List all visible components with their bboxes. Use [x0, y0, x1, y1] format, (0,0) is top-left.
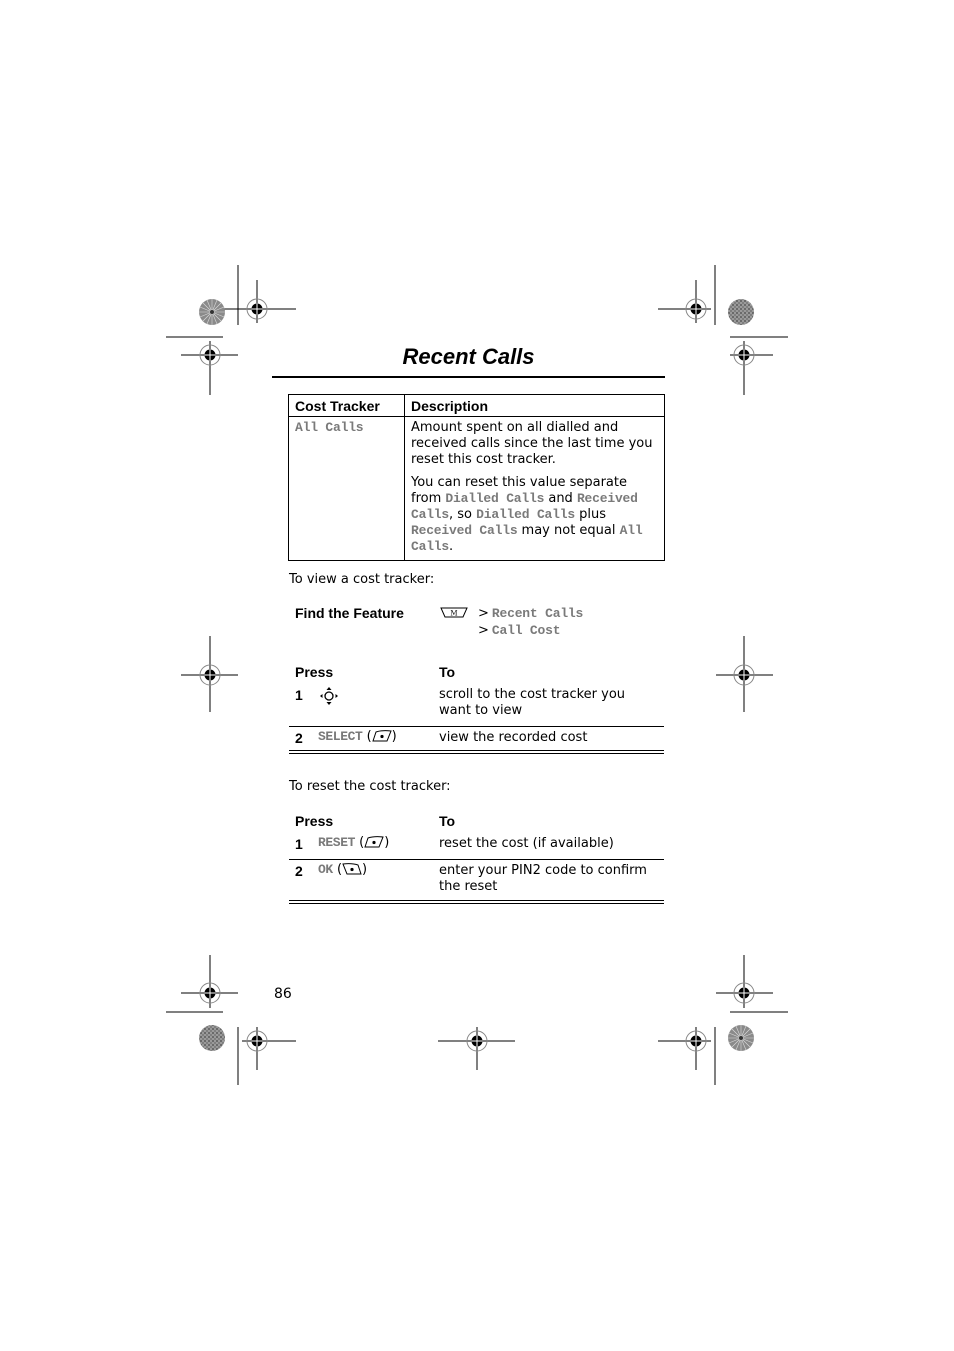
path-separator: > — [478, 623, 489, 638]
to-column-header: To — [439, 813, 456, 829]
right-soft-key-icon — [364, 836, 384, 848]
menu-path-item-2: > Call Cost — [478, 622, 561, 638]
reset-key-press: RESET () — [318, 835, 389, 850]
description-paragraph-2: You can reset this value separate from D… — [411, 475, 658, 555]
table-header-row: Cost Tracker Description — [288, 394, 665, 417]
color-target-bottom-left-icon — [199, 1025, 225, 1051]
row-divider — [289, 859, 664, 860]
reset-intro-text: To reset the cost tracker: — [289, 779, 451, 794]
menu-item-call-cost: Call Cost — [491, 623, 561, 638]
text: . — [449, 539, 454, 554]
column-header-description: Description — [404, 394, 665, 417]
table-end-rule — [289, 903, 664, 904]
color-target-bottom-right-icon — [728, 1025, 754, 1051]
printer-marks — [166, 265, 788, 1085]
tracker-name: All Calls — [295, 420, 364, 435]
row-divider — [289, 726, 664, 727]
crop-mark-bottom-right — [658, 955, 788, 1085]
table-row: All Calls Amount spent on all dialled an… — [288, 416, 665, 561]
step-description: enter your PIN2 code to confirm the rese… — [439, 863, 647, 894]
reset-softkey-label: RESET — [318, 835, 356, 850]
menu-key-icon: M — [440, 607, 468, 618]
press-column-header: Press — [295, 813, 334, 829]
crop-mark-bottom-center — [438, 1027, 515, 1070]
description-paragraph-1: Amount spent on all dialled and received… — [411, 420, 653, 467]
text: , so — [449, 507, 477, 522]
menu-item-recent-calls: Recent Calls — [491, 606, 584, 621]
step-number: 1 — [295, 687, 303, 703]
table-end-rule — [289, 753, 664, 754]
crop-mark-bottom-left — [166, 955, 296, 1085]
ok-softkey-label: OK — [318, 862, 333, 877]
tracker-cell: All Calls — [288, 416, 405, 561]
step-number: 2 — [295, 863, 303, 879]
step-description: reset the cost (if available) — [439, 836, 614, 851]
step-description: view the recorded cost — [439, 730, 588, 745]
step-description: scroll to the cost tracker you want to v… — [439, 687, 626, 718]
description-cell: Amount spent on all dialled and received… — [404, 416, 665, 561]
color-target-top-left-icon — [199, 299, 225, 325]
view-intro-text: To view a cost tracker: — [289, 572, 435, 587]
text: plus — [574, 507, 606, 522]
color-target-top-right-icon — [728, 299, 754, 325]
crop-mark-middle-right — [716, 636, 773, 712]
display-term: Received Calls — [411, 523, 518, 538]
text: and — [544, 491, 577, 506]
find-the-feature-label: Find the Feature — [295, 605, 404, 621]
page-title: Recent Calls — [402, 344, 535, 369]
page-number: 86 — [274, 986, 292, 1002]
navigation-key-icon — [320, 687, 338, 705]
crop-mark-middle-left — [181, 636, 238, 712]
to-column-header: To — [439, 664, 456, 680]
ok-key-press: OK () — [318, 862, 367, 877]
cost-tracker-table: Cost Tracker Description All Calls Amoun… — [288, 394, 665, 561]
left-soft-key-icon — [342, 863, 362, 875]
paren: ) — [362, 862, 368, 877]
menu-path-item-1: > Recent Calls — [478, 605, 583, 621]
display-term: Dialled Calls — [476, 507, 575, 522]
select-key-press: SELECT () — [318, 729, 397, 744]
crop-mark-top-right — [658, 265, 788, 395]
display-term: Dialled Calls — [445, 491, 545, 506]
title-rule — [272, 376, 665, 378]
svg-text:M: M — [450, 610, 457, 618]
table-end-rule — [289, 900, 664, 901]
step-number: 1 — [295, 836, 303, 852]
table-end-rule — [289, 750, 664, 751]
right-soft-key-icon — [371, 730, 392, 742]
text: may not equal — [517, 523, 620, 538]
press-column-header: Press — [295, 664, 334, 680]
paren: ) — [384, 835, 390, 850]
path-separator: > — [478, 606, 489, 621]
select-softkey-label: SELECT — [318, 729, 363, 744]
paren: ) — [391, 729, 397, 744]
column-header-cost-tracker: Cost Tracker — [288, 394, 405, 417]
step-number: 2 — [295, 730, 303, 746]
